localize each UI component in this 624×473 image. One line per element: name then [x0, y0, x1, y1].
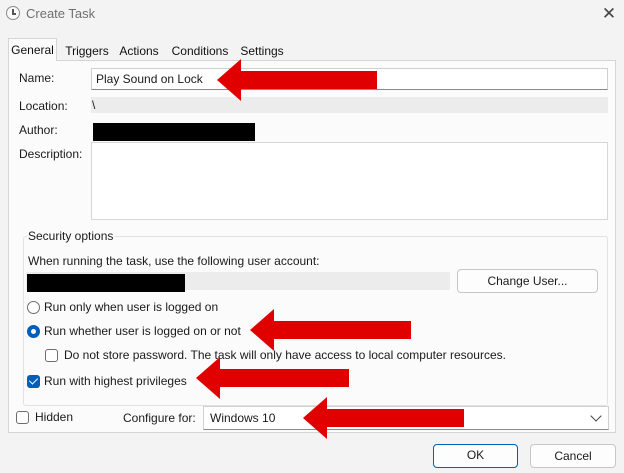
name-label: Name: [19, 71, 55, 85]
tab-conditions[interactable]: Conditions [166, 41, 234, 61]
close-button[interactable]: ✕ [596, 2, 622, 26]
do-not-store-password-label[interactable]: Do not store password. The task will onl… [64, 348, 506, 362]
run-only-logged-on-radio[interactable] [27, 301, 40, 314]
cancel-button[interactable]: Cancel [530, 444, 616, 468]
user-account-prompt: When running the task, use the following… [28, 254, 320, 268]
tab-settings[interactable]: Settings [236, 41, 288, 61]
hidden-checkbox[interactable] [16, 411, 29, 424]
security-options-title: Security options [27, 229, 115, 243]
author-redacted-value [93, 123, 255, 141]
location-label: Location: [19, 99, 68, 113]
change-user-button[interactable]: Change User... [457, 269, 598, 293]
tab-general[interactable]: General [8, 38, 57, 61]
description-textarea[interactable] [91, 142, 608, 220]
author-label: Author: [19, 123, 58, 137]
tab-actions[interactable]: Actions [114, 41, 164, 61]
highest-privileges-checkbox[interactable] [27, 375, 40, 388]
highest-privileges-label[interactable]: Run with highest privileges [44, 374, 187, 388]
location-value: \ [91, 97, 608, 113]
run-whether-logged-on-radio[interactable] [27, 325, 40, 338]
hidden-label[interactable]: Hidden [35, 410, 73, 424]
tab-triggers[interactable]: Triggers [62, 41, 112, 61]
ok-button[interactable]: OK [433, 444, 518, 468]
configure-for-label: Configure for: [123, 411, 196, 425]
user-account-redacted-value [27, 274, 185, 292]
description-label: Description: [19, 147, 83, 161]
do-not-store-password-checkbox[interactable] [45, 349, 58, 362]
window-title: Create Task [26, 6, 96, 21]
run-only-logged-on-label[interactable]: Run only when user is logged on [44, 300, 218, 314]
run-whether-logged-on-label[interactable]: Run whether user is logged on or not [44, 324, 241, 338]
task-scheduler-clock-icon [6, 6, 20, 20]
